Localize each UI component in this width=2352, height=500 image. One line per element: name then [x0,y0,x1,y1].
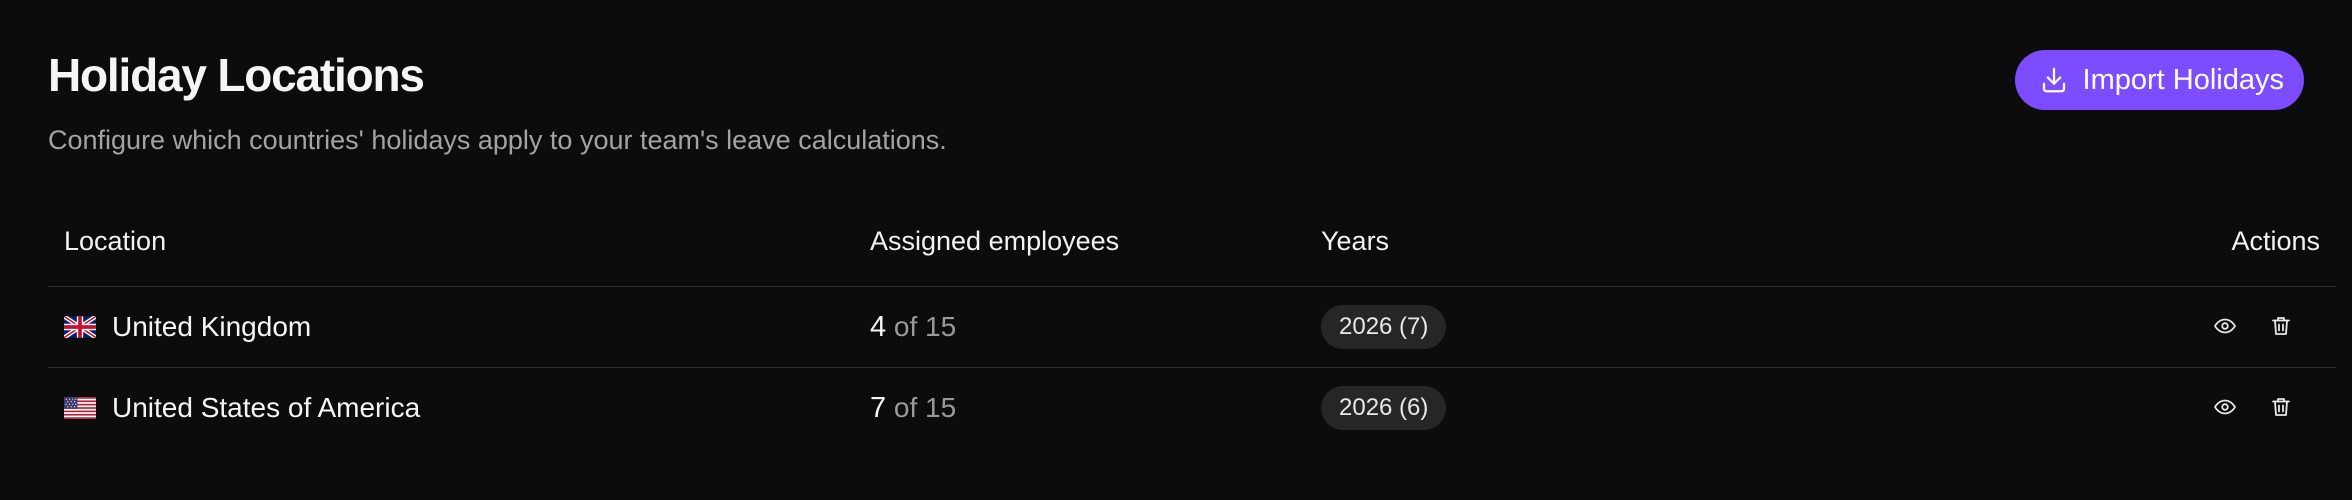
column-header-location: Location [48,196,870,287]
assigned-count: 7 [870,391,887,424]
assigned-employees-cell: 4 of 15 [870,286,1321,368]
table-header-row: Location Assigned employees Years Action… [48,196,2336,287]
view-button[interactable] [2212,395,2238,421]
page-subtitle: Configure which countries' holidays appl… [48,125,947,155]
year-badge[interactable]: 2026 (7) [1321,305,1447,349]
assigned-total: of 15 [893,310,957,342]
table-row: United States of America 7 of 15 2026 (6… [48,368,2336,449]
actions-cell [2121,286,2336,368]
page-title: Holiday Locations [48,49,425,101]
holiday-locations-table: Location Assigned employees Years Action… [48,196,2336,448]
import-holidays-button[interactable]: Import Holidays [2014,50,2304,110]
holiday-locations-page: Holiday Locations Configure which countr… [0,0,2352,500]
location-cell: United Kingdom [48,286,870,368]
table-row: United Kingdom 4 of 15 2026 (7) [48,286,2336,368]
location-cell: United States of America [48,368,870,449]
location-name: United States of America [112,392,421,423]
assigned-count: 4 [870,310,887,343]
year-badge[interactable]: 2026 (6) [1321,386,1447,430]
delete-button[interactable] [2268,314,2294,340]
assigned-total: of 15 [893,391,957,423]
trash-icon [2269,395,2293,422]
delete-button[interactable] [2268,395,2294,421]
location-name: United Kingdom [112,311,312,342]
view-button[interactable] [2212,314,2238,340]
years-cell: 2026 (6) [1321,368,2121,449]
column-header-years: Years [1321,196,2121,287]
trash-icon [2269,314,2293,341]
download-icon [2039,65,2069,95]
page-header: Holiday Locations Configure which countr… [48,0,2304,196]
eye-icon [2213,395,2237,422]
actions-cell [2121,368,2336,449]
uk-flag-icon [64,316,96,338]
years-cell: 2026 (7) [1321,286,2121,368]
eye-icon [2213,314,2237,341]
column-header-actions: Actions [2121,196,2336,287]
us-flag-icon [64,397,96,419]
assigned-employees-cell: 7 of 15 [870,368,1321,449]
column-header-assigned-employees: Assigned employees [870,196,1321,287]
import-holidays-label: Import Holidays [2082,63,2284,96]
